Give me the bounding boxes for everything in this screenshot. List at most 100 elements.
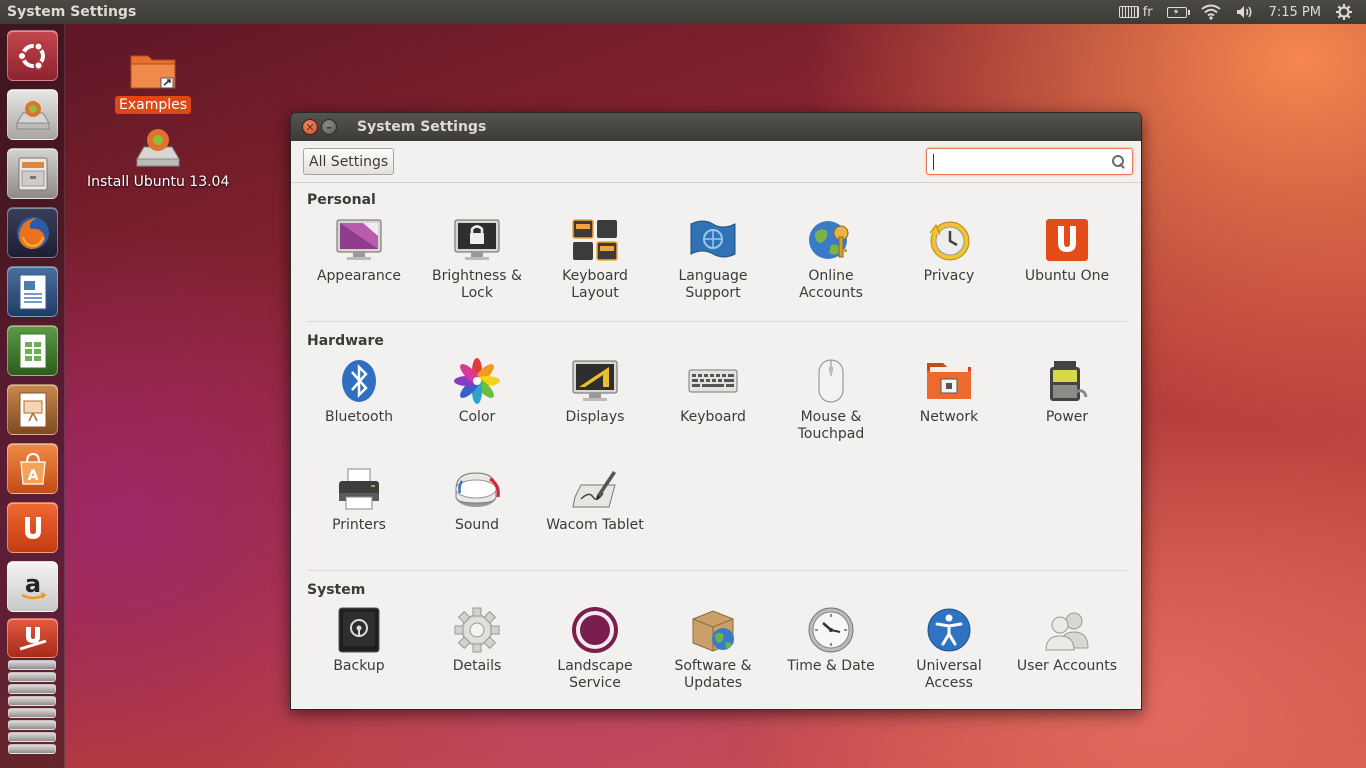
desktop-icon-examples[interactable]: Examples [115, 50, 192, 114]
launcher-firefox[interactable] [7, 207, 58, 258]
active-app-title: System Settings [7, 4, 137, 20]
launcher-impress[interactable] [7, 384, 58, 435]
all-settings-button[interactable]: All Settings [303, 148, 395, 175]
search-box[interactable] [926, 148, 1133, 175]
settings-item-network[interactable]: Network [890, 356, 1008, 426]
settings-item-privacy[interactable]: Privacy [890, 215, 1008, 285]
settings-item-label: Keyboard [680, 409, 746, 425]
launcher-stack-item[interactable] [8, 744, 56, 754]
desktop-icon-install-ubuntu[interactable]: Install Ubuntu 13.04 [83, 125, 233, 191]
launcher-writer[interactable] [7, 266, 58, 317]
brightness-lock-icon [454, 219, 500, 260]
settings-item-keyboard-layout[interactable]: Keyboard Layout [536, 215, 654, 302]
settings-item-appearance[interactable]: Appearance [300, 215, 418, 285]
online-accounts-icon [809, 221, 849, 259]
settings-item-label: Sound [454, 517, 500, 533]
printer-icon [339, 468, 379, 510]
launcher-stack-item[interactable] [8, 732, 56, 742]
session-indicator[interactable] [1328, 0, 1360, 24]
keyboard-indicator[interactable]: fr [1112, 0, 1160, 24]
gear-icon [1336, 4, 1352, 20]
settings-item-color[interactable]: Color [418, 356, 536, 426]
settings-item-label: Online Accounts [799, 268, 863, 301]
launcher-dash-home[interactable] [7, 30, 58, 81]
settings-item-label: Privacy [923, 268, 975, 284]
launcher-software-center[interactable]: A [7, 443, 58, 494]
desktop-icon-label: Examples [115, 96, 192, 114]
settings-content: Personal Appearance Brightness & Lock Ke… [291, 183, 1141, 709]
search-icon[interactable] [1112, 154, 1126, 169]
launcher-stack-item[interactable] [8, 660, 56, 670]
settings-item-label: Keyboard Layout [562, 268, 628, 301]
launcher-files[interactable] [7, 148, 58, 199]
launcher: A a [0, 24, 65, 768]
settings-item-mouse-touchpad[interactable]: Mouse & Touchpad [772, 356, 890, 443]
settings-item-power[interactable]: Power [1008, 356, 1126, 426]
launcher-ubuntu-one[interactable] [7, 502, 58, 553]
launcher-update-manager[interactable] [7, 618, 58, 658]
settings-item-displays[interactable]: Displays [536, 356, 654, 426]
settings-item-software-updates[interactable]: Software & Updates [654, 605, 772, 692]
universal-access-icon [927, 608, 971, 652]
settings-item-user-accounts[interactable]: User Accounts [1008, 605, 1126, 675]
launcher-stack-item[interactable] [8, 684, 56, 694]
settings-item-label: Language Support [678, 268, 748, 301]
launcher-stack-item[interactable] [8, 720, 56, 730]
minimize-button[interactable]: – [321, 119, 337, 135]
settings-item-wacom-tablet[interactable]: Wacom Tablet [536, 464, 654, 534]
settings-item-time-date[interactable]: Time & Date [772, 605, 890, 675]
settings-item-printers[interactable]: Printers [300, 464, 418, 534]
settings-item-details[interactable]: Details [418, 605, 536, 675]
keyboard-icon [1118, 6, 1139, 18]
bluetooth-icon [342, 360, 376, 402]
sound-indicator[interactable] [1228, 0, 1262, 24]
launcher-stack-item[interactable] [8, 708, 56, 718]
settings-item-backup[interactable]: Backup [300, 605, 418, 675]
battery-indicator[interactable] [1160, 0, 1194, 24]
network-indicator[interactable] [1194, 0, 1228, 24]
spreadsheet-icon [19, 333, 46, 368]
window-titlebar[interactable]: ✕ – System Settings [291, 113, 1141, 141]
clock-indicator[interactable]: 7:15 PM [1262, 0, 1328, 24]
firefox-icon [16, 216, 49, 249]
privacy-icon [929, 221, 970, 261]
settings-item-sound[interactable]: Sound [418, 464, 536, 534]
landscape-icon [572, 607, 618, 653]
ubuntu-logo-icon [16, 41, 45, 70]
keyboard-icon [688, 369, 738, 393]
section-divider [307, 570, 1127, 571]
settings-item-universal-access[interactable]: Universal Access [890, 605, 1008, 692]
installer-icon [136, 129, 181, 167]
color-icon [454, 358, 500, 404]
settings-item-label: Universal Access [916, 658, 982, 691]
launcher-installer[interactable] [7, 89, 58, 140]
ubuntu-one-icon [24, 516, 41, 539]
settings-item-language-support[interactable]: Language Support [654, 215, 772, 302]
launcher-calc[interactable] [7, 325, 58, 376]
window-title: System Settings [357, 119, 487, 135]
settings-item-ubuntu-one[interactable]: Ubuntu One [1008, 215, 1126, 285]
settings-item-label: Backup [333, 658, 385, 674]
settings-item-landscape-service[interactable]: Landscape Service [536, 605, 654, 692]
settings-item-label: Software & Updates [674, 658, 752, 691]
settings-toolbar: All Settings [291, 141, 1141, 183]
settings-item-label: Mouse & Touchpad [797, 409, 865, 442]
settings-item-online-accounts[interactable]: Online Accounts [772, 215, 890, 302]
search-input[interactable] [933, 153, 1112, 170]
launcher-stack-item[interactable] [8, 696, 56, 706]
file-cabinet-icon [18, 157, 47, 190]
launcher-stack-item[interactable] [8, 672, 56, 682]
settings-item-label: Brightness & Lock [432, 268, 522, 301]
settings-item-label: Displays [565, 409, 625, 425]
close-button[interactable]: ✕ [302, 119, 318, 135]
settings-item-label: Color [458, 409, 496, 425]
launcher-amazon[interactable]: a [7, 561, 58, 612]
section-title-personal: Personal [307, 192, 376, 208]
network-icon [927, 363, 971, 399]
settings-item-label: Details [452, 658, 502, 674]
settings-item-label: Appearance [316, 268, 402, 284]
settings-item-brightness-lock[interactable]: Brightness & Lock [418, 215, 536, 302]
settings-item-bluetooth[interactable]: Bluetooth [300, 356, 418, 426]
settings-item-keyboard[interactable]: Keyboard [654, 356, 772, 426]
appearance-icon [336, 219, 382, 260]
